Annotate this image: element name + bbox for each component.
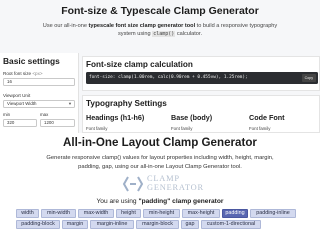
root-font-size-unit: <px>	[32, 71, 43, 76]
viewport-unit-label: Viewport Unit	[3, 93, 31, 98]
logo-mark-icon	[122, 176, 144, 192]
chip-gap[interactable]: gap	[181, 220, 199, 229]
viewport-max-value: 1200	[44, 120, 54, 125]
clamp-calculation-title: Font-size clamp calculation	[86, 60, 193, 69]
current-generator-indicator: You are using "padding" clamp generator	[0, 198, 320, 205]
headings-font-family-label: Font family	[86, 126, 108, 131]
basic-settings-heading: Basic settings	[3, 56, 60, 66]
root-font-size-input[interactable]: 16	[3, 78, 75, 86]
viewport-min-label: min	[3, 112, 11, 117]
chip-height[interactable]: height	[116, 209, 141, 218]
clamp-calculation-card: Font-size clamp calculation font-size: c…	[82, 56, 320, 91]
logo-line-2: GENERATOR	[147, 182, 204, 192]
copy-button[interactable]: Copy	[301, 74, 316, 82]
root-font-size-label-text: Root font size	[3, 71, 32, 76]
chip-max-width[interactable]: max-width	[78, 209, 114, 218]
clamp-code-output: font-size: clamp(1.00rem, calc(0.90rem +…	[89, 75, 248, 80]
viewport-min-input[interactable]: 320	[3, 119, 37, 127]
viewport-unit-select[interactable]: Viewport Width ▼	[3, 100, 75, 108]
chip-min-width[interactable]: min-width	[41, 209, 76, 218]
chip-custom-1-directional[interactable]: custom-1-directional	[201, 220, 261, 229]
base-column-title: Base (body)	[171, 113, 213, 122]
chip-padding-block[interactable]: padding-block	[16, 220, 60, 229]
chip-min-height[interactable]: min-height	[143, 209, 180, 218]
base-font-family-label: Font family	[171, 126, 193, 131]
desc-code: clamp()	[152, 30, 176, 37]
chip-margin-inline[interactable]: margin-inline	[90, 220, 134, 229]
typescale-description: Use our all-in-one typescale font size c…	[40, 23, 280, 38]
layout-generator-description: Generate responsive clamp() values for l…	[46, 155, 274, 170]
chip-margin[interactable]: margin	[62, 220, 88, 229]
typography-settings-card: Typography Settings Headings (h1-h6) Bas…	[82, 95, 320, 133]
chip-padding-inline[interactable]: padding-inline	[250, 209, 296, 218]
layout-generator-title: All-in-One Layout Clamp Generator	[63, 136, 257, 149]
clamp-code-box: font-size: clamp(1.00rem, calc(0.90rem +…	[86, 72, 318, 84]
desc-bold-link[interactable]: typescale font size clamp generator tool	[89, 23, 196, 29]
using-prefix: You are using	[96, 198, 139, 205]
root-font-size-label: Root font size <px>	[3, 71, 43, 76]
basic-settings-panel: Basic settings Root font size <px> 16 Vi…	[0, 53, 79, 133]
code-font-family-label: Font family	[249, 126, 271, 131]
chip-padding[interactable]: padding	[222, 209, 248, 218]
chip-margin-block[interactable]: margin-block	[136, 220, 179, 229]
headings-column-title: Headings (h1-h6)	[86, 113, 145, 122]
viewport-unit-value: Viewport Width	[7, 101, 37, 106]
using-value: "padding" clamp generator	[138, 198, 224, 205]
viewport-min-value: 320	[7, 120, 15, 125]
typescale-generator-section: Font-size & Typescale Clamp Generator Us…	[0, 0, 320, 133]
root-font-size-value: 16	[7, 79, 12, 84]
chip-width[interactable]: width	[16, 209, 39, 218]
typography-settings-title: Typography Settings	[86, 99, 167, 108]
layout-generator-section: All-in-One Layout Clamp Generator Genera…	[0, 133, 320, 240]
typescale-title: Font-size & Typescale Clamp Generator	[61, 5, 259, 17]
desc-text-3: calculator.	[175, 30, 203, 37]
chevron-down-icon: ▼	[68, 101, 72, 106]
typescale-main: Font-size clamp calculation font-size: c…	[82, 53, 320, 133]
chip-max-height[interactable]: max-height	[182, 209, 220, 218]
viewport-max-label: max	[40, 112, 49, 117]
viewport-max-input[interactable]: 1200	[40, 119, 75, 127]
logo-text: CLAMP GENERATOR	[147, 174, 204, 192]
desc-text-1: Use our all-in-one	[42, 23, 89, 29]
code-font-column-title: Code Font	[249, 113, 285, 122]
clamp-generator-logo: CLAMP GENERATOR	[122, 173, 212, 195]
